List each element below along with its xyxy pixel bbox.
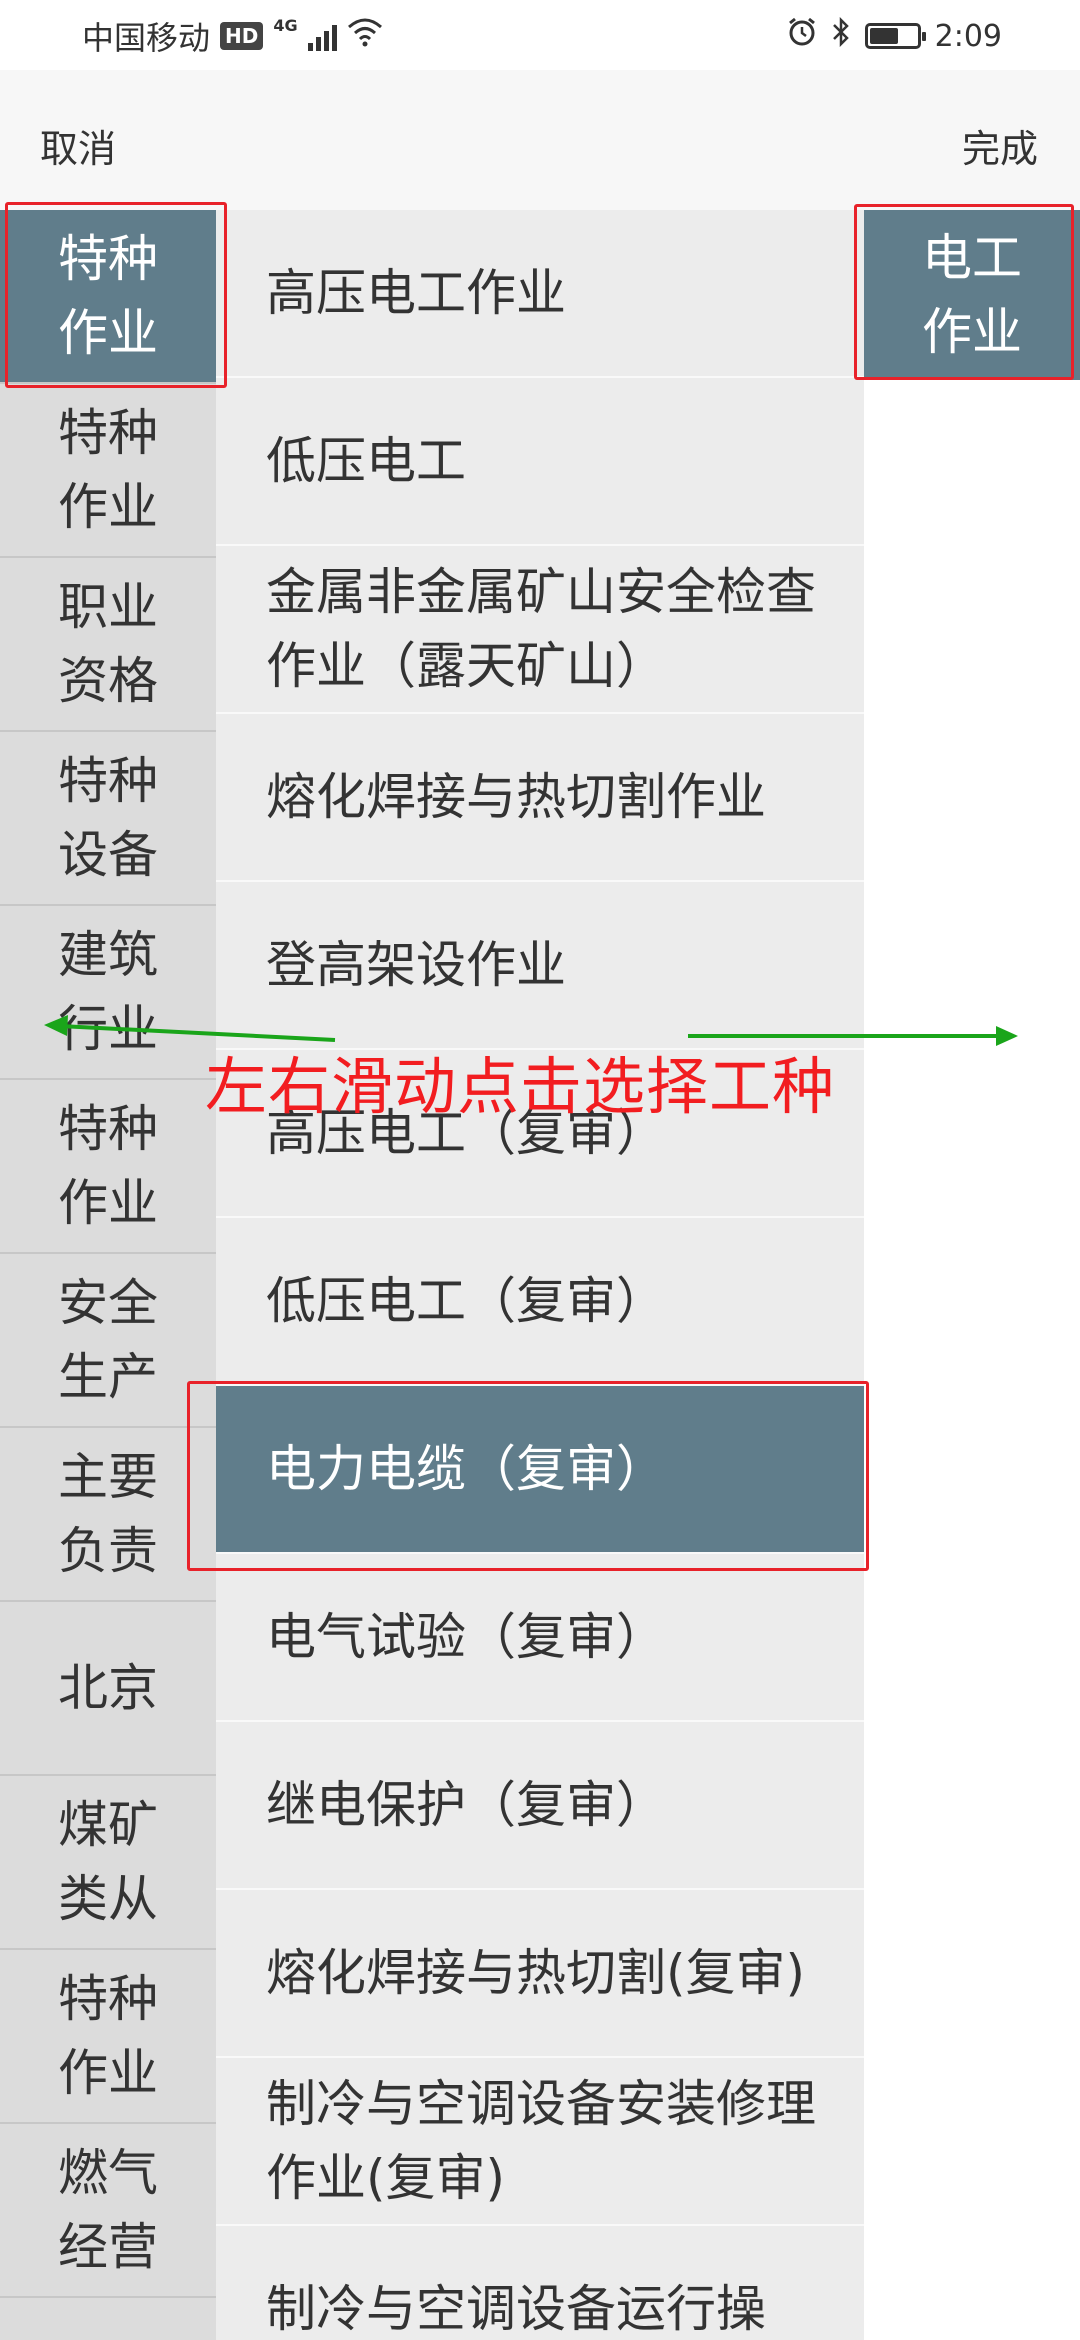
sub-type-item-selected[interactable]: 电工作业	[864, 210, 1080, 380]
category-item-label: 建筑行业	[58, 926, 158, 1058]
job-type-item[interactable]: 熔化焊接与热切割(复审)	[216, 1890, 864, 2058]
category-item[interactable]: 特种作业	[0, 210, 216, 384]
category-item[interactable]: 主要负责	[0, 1428, 216, 1602]
job-type-column[interactable]: 高压电工作业 低压电工 金属非金属矿山安全检查作业（露天矿山） 熔化焊接与热切割…	[216, 210, 864, 2340]
signal-icon	[307, 21, 337, 51]
job-type-item[interactable]: 制冷与空调设备安装修理作业(复审)	[216, 2058, 864, 2226]
cancel-button[interactable]: 取消	[40, 118, 116, 173]
category-item[interactable]: 煤矿类从	[0, 1776, 216, 1950]
category-item-label: 职业资格	[58, 578, 158, 710]
category-item-label: 北京	[58, 1659, 158, 1717]
category-item-label: 主要负责	[58, 1448, 158, 1580]
category-item-label: 安全生产	[58, 1274, 158, 1406]
carrier-name: 中国移动	[82, 19, 211, 57]
category-item[interactable]: 特种作业	[0, 1950, 216, 2124]
bluetooth-icon	[831, 16, 851, 55]
network-type: 4G	[273, 16, 298, 35]
category-item[interactable]: 建筑行业	[0, 906, 216, 1080]
job-type-item[interactable]: 电气试验（复审）	[216, 1554, 864, 1722]
status-right: 2:09	[787, 14, 1002, 58]
category-item-label: 特种作业	[58, 230, 158, 362]
job-type-item[interactable]: 高压电工（复审）	[216, 1050, 864, 1218]
job-type-item[interactable]: 登高架设作业	[216, 882, 864, 1050]
category-item-label: 特种作业	[58, 1970, 158, 2102]
done-button[interactable]: 完成	[962, 118, 1038, 173]
category-item[interactable]: 安全生产	[0, 1254, 216, 1428]
status-bar: 中国移动 HD 4G 2:09	[0, 0, 1080, 70]
hd-badge: HD	[220, 22, 264, 50]
job-type-item[interactable]: 制冷与空调设备运行操	[216, 2226, 864, 2340]
sub-type-item-label: 电工作业	[922, 229, 1022, 361]
alarm-icon	[787, 17, 817, 55]
picker-header: 取消 完成	[0, 70, 1080, 210]
clock-time: 2:09	[934, 18, 1002, 54]
category-item[interactable]: 特种作业	[0, 1080, 216, 1254]
job-type-item[interactable]: 低压电工	[216, 378, 864, 546]
job-type-item[interactable]: 高压电工作业	[216, 210, 864, 378]
category-item[interactable]: 特种作业	[0, 384, 216, 558]
category-item-label: 特种设备	[58, 752, 158, 884]
category-item[interactable]: 特种设备	[0, 732, 216, 906]
job-type-item[interactable]: 继电保护（复审）	[216, 1722, 864, 1890]
job-type-item[interactable]: 金属非金属矿山安全检查作业（露天矿山）	[216, 546, 864, 714]
category-item-label: 燃气经营	[58, 2144, 158, 2276]
status-left: 中国移动 HD 4G	[82, 14, 383, 58]
category-item[interactable]: 北京	[0, 1602, 216, 1776]
category-item-label: 特种作业	[58, 404, 158, 536]
category-item[interactable]: 职业资格	[0, 558, 216, 732]
job-type-item[interactable]: 电力电缆（复审）	[216, 1386, 864, 1554]
category-item-label: 煤矿类从	[58, 1796, 158, 1928]
category-item[interactable]: 燃气经营	[0, 2124, 216, 2298]
job-type-item[interactable]: 低压电工（复审）	[216, 1218, 864, 1386]
wifi-icon	[347, 17, 383, 55]
sub-type-column[interactable]: 电工作业	[864, 210, 1080, 2340]
battery-icon	[864, 23, 926, 49]
category-column[interactable]: 特种作业 特种作业 职业资格 特种设备 建筑行业 特种作业 安全生产 主要负责 …	[0, 210, 216, 2340]
category-item-label: 特种作业	[58, 1100, 158, 1232]
job-type-item[interactable]: 熔化焊接与热切割作业	[216, 714, 864, 882]
